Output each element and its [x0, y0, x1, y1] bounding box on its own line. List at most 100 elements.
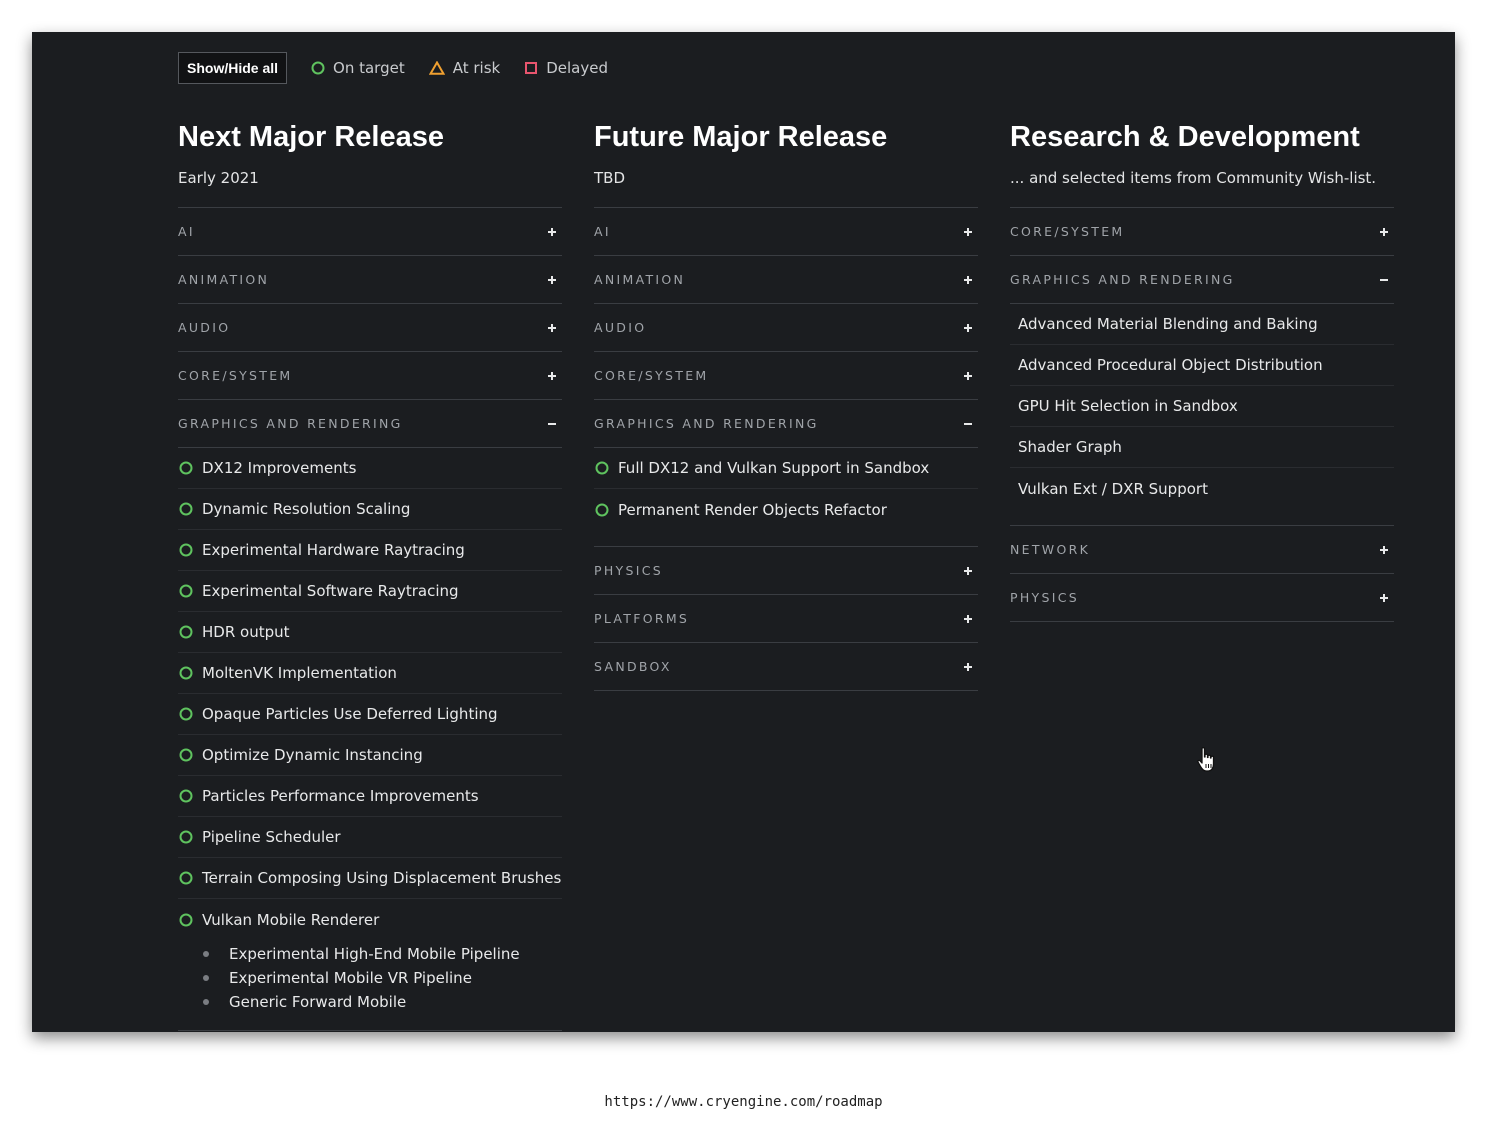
minus-icon[interactable] [1378, 274, 1390, 286]
subitem-list: Experimental High-End Mobile Pipeline Exp… [178, 940, 562, 1014]
category-graphics-and-rendering[interactable]: GRAPHICS AND RENDERING [594, 400, 978, 448]
bullet-icon [203, 999, 209, 1005]
plus-icon[interactable] [962, 661, 974, 673]
on-target-icon [178, 912, 194, 928]
category-core-system[interactable]: CORE/SYSTEM [178, 352, 562, 400]
category-platforms[interactable]: PLATFORMS [594, 595, 978, 643]
category-graphics-and-rendering[interactable]: GRAPHICS AND RENDERING [178, 400, 562, 448]
category-animation[interactable]: ANIMATION [594, 256, 978, 304]
on-target-icon [178, 583, 194, 599]
category-label: CORE/SYSTEM [1010, 224, 1125, 239]
plus-icon[interactable] [546, 226, 558, 238]
roadmap-item[interactable]: Optimize Dynamic Instancing [178, 735, 562, 776]
plus-icon[interactable] [546, 322, 558, 334]
roadmap-item[interactable]: Experimental Software Raytracing [178, 571, 562, 612]
column-title: Next Major Release [178, 121, 444, 153]
roadmap-item[interactable]: Advanced Material Blending and Baking [1010, 304, 1394, 345]
plus-icon[interactable] [546, 274, 558, 286]
category-label: PHYSICS [1010, 590, 1079, 605]
plus-icon[interactable] [1378, 544, 1390, 556]
category-ai[interactable]: AI [178, 208, 562, 256]
on-target-icon [178, 706, 194, 722]
column-title: Future Major Release [594, 121, 888, 153]
plus-icon[interactable] [962, 226, 974, 238]
column-future-major-release: Future Major Release TBD AI ANIMATION AUDIO C… [594, 120, 978, 691]
on-target-icon [178, 747, 194, 763]
plus-icon[interactable] [962, 370, 974, 382]
category-audio[interactable]: AUDIO [594, 304, 978, 352]
item-label: Opaque Particles Use Deferred Lighting [202, 705, 498, 723]
plus-icon[interactable] [962, 274, 974, 286]
roadmap-item[interactable]: Experimental Hardware Raytracing [178, 530, 562, 571]
category-items: Advanced Material Blending and Baking Adv… [1010, 304, 1394, 526]
category-label: AI [178, 224, 195, 239]
category-animation[interactable]: ANIMATION [178, 256, 562, 304]
on-target-icon [594, 460, 610, 476]
category-label: GRAPHICS AND RENDERING [178, 416, 403, 431]
item-label: Dynamic Resolution Scaling [202, 500, 411, 518]
plus-icon[interactable] [1378, 592, 1390, 604]
item-label: Full DX12 and Vulkan Support in Sandbox [618, 459, 930, 477]
plus-icon[interactable] [546, 370, 558, 382]
category-sandbox[interactable]: SANDBOX [594, 643, 978, 691]
item-label: Vulkan Mobile Renderer [202, 910, 380, 929]
show-hide-all-button[interactable]: Show/Hide all [178, 52, 288, 84]
minus-icon[interactable] [962, 418, 974, 430]
legend-delayed: Delayed [524, 59, 608, 77]
roadmap-item[interactable]: Vulkan Ext / DXR Support [1010, 468, 1394, 509]
on-target-icon [178, 829, 194, 845]
category-graphics-and-rendering[interactable]: GRAPHICS AND RENDERING [1010, 256, 1394, 304]
subitem-label: Generic Forward Mobile [229, 993, 407, 1011]
category-physics[interactable]: PHYSICS [594, 547, 978, 595]
roadmap-item[interactable]: Permanent Render Objects Refactor [594, 489, 978, 530]
square-icon [525, 62, 538, 74]
roadmap-item[interactable]: Dynamic Resolution Scaling [178, 489, 562, 530]
roadmap-item[interactable]: Shader Graph [1010, 427, 1394, 468]
triangle-icon [428, 61, 445, 75]
item-label: Permanent Render Objects Refactor [618, 500, 887, 519]
roadmap-item[interactable]: Advanced Procedural Object Distribution [1010, 345, 1394, 386]
category-audio[interactable]: AUDIO [178, 304, 562, 352]
on-target-icon [178, 501, 194, 517]
plus-icon[interactable] [1378, 226, 1390, 238]
on-target-icon [594, 502, 610, 518]
subitem-label: Experimental Mobile VR Pipeline [229, 969, 472, 987]
roadmap-item[interactable]: Opaque Particles Use Deferred Lighting [178, 694, 562, 735]
item-label: Vulkan Ext / DXR Support [1018, 479, 1208, 498]
roadmap-item[interactable]: Full DX12 and Vulkan Support in Sandbox [594, 448, 978, 489]
roadmap-item[interactable]: DX12 Improvements [178, 448, 562, 489]
on-target-icon [178, 542, 194, 558]
roadmap-item[interactable]: Pipeline Scheduler [178, 817, 562, 858]
category-network[interactable]: NETWORK [1010, 526, 1394, 574]
category-core-system[interactable]: CORE/SYSTEM [1010, 208, 1394, 256]
column-title: Research & Development [1010, 121, 1360, 153]
category-core-system[interactable]: CORE/SYSTEM [594, 352, 978, 400]
category-physics[interactable]: PHYSICS [1010, 574, 1394, 622]
item-label: HDR output [202, 623, 290, 641]
category-ai[interactable]: AI [594, 208, 978, 256]
roadmap-item[interactable]: HDR output [178, 612, 562, 653]
plus-icon[interactable] [962, 322, 974, 334]
roadmap-item[interactable]: Vulkan Mobile Renderer [178, 899, 562, 940]
legend-label: Delayed [546, 59, 608, 77]
item-label: Shader Graph [1018, 438, 1122, 456]
category-items: Full DX12 and Vulkan Support in Sandbox P… [594, 448, 978, 547]
roadmap-item[interactable]: GPU Hit Selection in Sandbox [1010, 386, 1394, 427]
category-label: AUDIO [594, 320, 647, 335]
plus-icon[interactable] [962, 613, 974, 625]
minus-icon[interactable] [546, 418, 558, 430]
roadmap-item[interactable]: Particles Performance Improvements [178, 776, 562, 817]
plus-icon[interactable] [962, 565, 974, 577]
item-label: Advanced Material Blending and Baking [1018, 315, 1318, 333]
category-label: GRAPHICS AND RENDERING [1010, 272, 1235, 287]
legend-label: At risk [452, 59, 501, 77]
hand-cursor-icon [1197, 747, 1215, 772]
item-label: Optimize Dynamic Instancing [202, 746, 423, 764]
item-label: Advanced Procedural Object Distribution [1018, 356, 1323, 374]
roadmap-item[interactable]: Terrain Composing Using Displacement Bru… [178, 858, 562, 899]
bullet-icon [203, 975, 209, 981]
category-label: SANDBOX [594, 659, 672, 674]
on-target-icon [178, 788, 194, 804]
category-items: DX12 Improvements Dynamic Resolution Scal… [178, 448, 562, 1031]
roadmap-item[interactable]: MoltenVK Implementation [178, 653, 562, 694]
